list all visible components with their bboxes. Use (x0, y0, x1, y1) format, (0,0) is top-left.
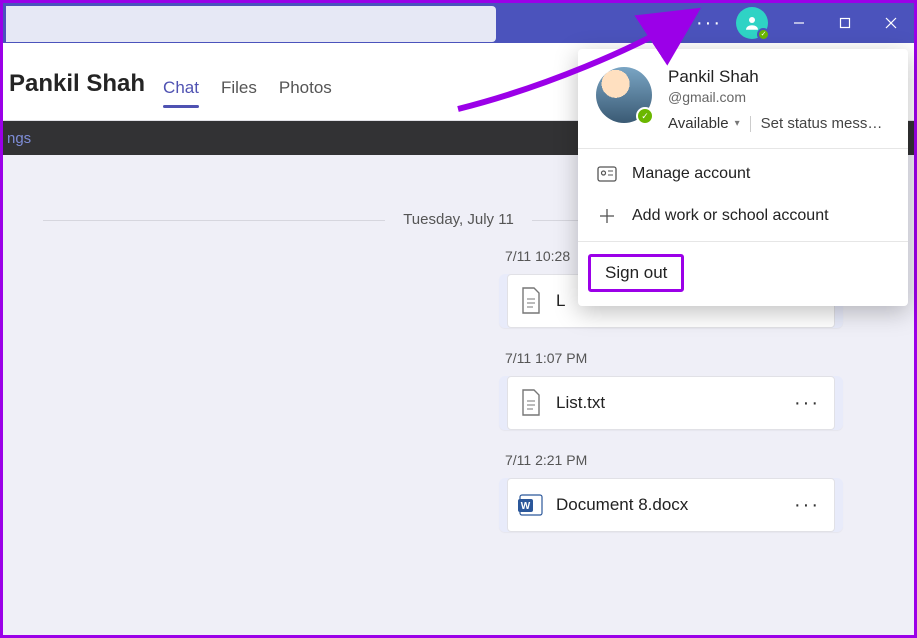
message-bubble[interactable]: List.txt ··· (499, 376, 843, 430)
user-name: Pankil Shah (668, 67, 890, 87)
file-text-icon (518, 388, 544, 418)
tab-photos[interactable]: Photos (279, 78, 332, 120)
file-text-icon (518, 286, 544, 316)
app-window: ··· Pankil Shah Chat (0, 0, 917, 638)
file-more-icon[interactable]: ··· (790, 494, 824, 517)
banner-text[interactable]: ngs (7, 130, 31, 147)
search-bar[interactable] (6, 6, 496, 42)
message-group: 7/11 1:07 PM List.txt ··· (499, 350, 866, 430)
file-word-icon: W (518, 492, 544, 518)
divider (578, 148, 908, 149)
me-avatar-button[interactable] (736, 7, 768, 39)
tab-files[interactable]: Files (221, 78, 257, 120)
file-card[interactable]: List.txt ··· (507, 376, 835, 430)
chat-tabs: Chat Files Photos (163, 43, 332, 120)
file-more-icon[interactable]: ··· (790, 392, 824, 415)
maximize-button[interactable] (822, 3, 868, 43)
status-dropdown[interactable]: Available (668, 115, 729, 132)
plus-icon (596, 205, 618, 227)
close-button[interactable] (868, 3, 914, 43)
user-email: @gmail.com (668, 89, 890, 105)
minimize-button[interactable] (776, 3, 822, 43)
presence-available-icon (636, 107, 654, 125)
message-time: 7/11 2:21 PM (499, 452, 866, 468)
add-account-item[interactable]: Add work or school account (578, 195, 908, 237)
message-time: 7/11 1:07 PM (499, 350, 866, 366)
file-name: Document 8.docx (556, 495, 778, 515)
divider (578, 241, 908, 242)
chat-title: Pankil Shah (9, 70, 145, 120)
manage-account-item[interactable]: Manage account (578, 153, 908, 195)
popover-header: Pankil Shah @gmail.com Available ▾ Set s… (578, 49, 908, 144)
file-name: List.txt (556, 393, 778, 413)
signout-button[interactable]: Sign out (588, 254, 684, 292)
message-bubble[interactable]: W Document 8.docx ··· (499, 478, 843, 532)
maximize-icon (839, 17, 851, 29)
set-status-message[interactable]: Set status mess… (761, 115, 883, 132)
account-popover: Pankil Shah @gmail.com Available ▾ Set s… (578, 49, 908, 306)
minimize-icon (793, 17, 805, 29)
file-card[interactable]: W Document 8.docx ··· (507, 478, 835, 532)
svg-text:W: W (521, 501, 531, 512)
user-avatar[interactable] (596, 67, 652, 123)
more-icon[interactable]: ··· (696, 12, 728, 35)
chevron-down-icon: ▾ (735, 118, 740, 129)
titlebar: ··· (3, 3, 914, 43)
id-card-icon (596, 163, 618, 185)
presence-available-icon (757, 28, 770, 41)
manage-account-label: Manage account (632, 165, 750, 183)
tab-chat[interactable]: Chat (163, 78, 199, 120)
separator (750, 116, 751, 132)
add-account-label: Add work or school account (632, 207, 829, 225)
close-icon (885, 17, 897, 29)
message-group: 7/11 2:21 PM W Document 8.docx ··· (499, 452, 866, 532)
date-text: Tuesday, July 11 (385, 211, 532, 228)
